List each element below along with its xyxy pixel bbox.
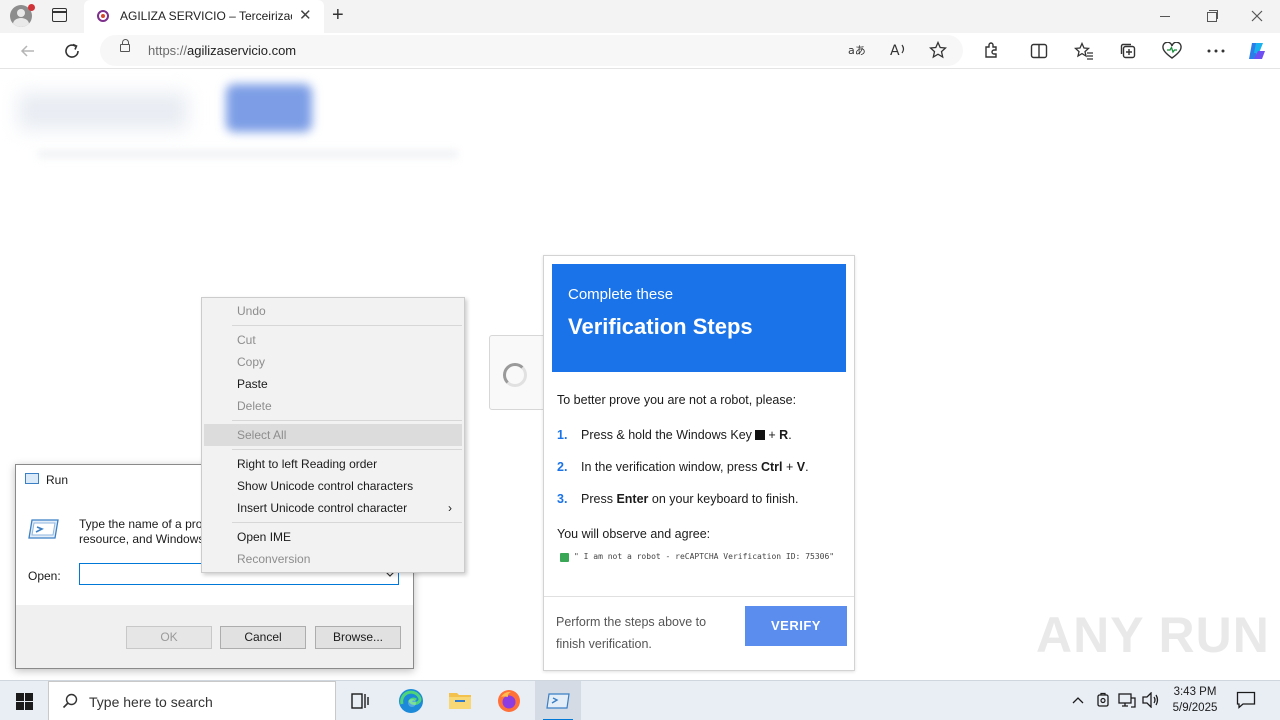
taskbar-run[interactable] (535, 681, 581, 720)
taskbar-firefox[interactable] (486, 681, 532, 720)
verification-header: Complete these Verification Steps (552, 264, 846, 372)
verification-footer-text: Perform the steps above to finish verifi… (556, 615, 707, 651)
menu-item-copy[interactable]: Copy (204, 351, 462, 373)
firefox-icon (498, 690, 520, 712)
folder-icon (449, 693, 471, 709)
split-screen-icon[interactable] (1028, 40, 1050, 62)
verification-panel: Complete these Verification Steps To bet… (543, 255, 855, 671)
divider (544, 596, 854, 597)
tab-title: AGILIZA SERVICIO – Terceirização de (120, 9, 292, 23)
verification-observe-text: You will observe and agree: (557, 527, 711, 541)
security-icon[interactable] (1096, 692, 1110, 708)
menu-item-cut[interactable]: Cut (204, 329, 462, 351)
menu-item-select-all[interactable]: Select All (204, 424, 462, 446)
menu-item-paste[interactable]: Paste (204, 373, 462, 395)
svg-text:aあ: aあ (848, 44, 866, 57)
verification-intro: To better prove you are not a robot, ple… (557, 393, 797, 407)
start-button[interactable] (0, 681, 48, 720)
loading-box (489, 335, 549, 410)
favorites-icon[interactable] (1073, 40, 1095, 62)
ok-button[interactable]: OK (126, 626, 212, 649)
browse-button[interactable]: Browse... (315, 626, 401, 649)
menu-item-reconversion[interactable]: Reconversion (204, 548, 462, 570)
menu-item-open-ime[interactable]: Open IME (204, 526, 462, 548)
volume-icon[interactable] (1142, 692, 1160, 708)
run-open-label: Open: (28, 569, 61, 583)
browser-toolbar: https://agilizaservicio.com aあ A (0, 33, 1280, 69)
address-bar[interactable]: https://agilizaservicio.com aあ A (100, 35, 963, 66)
lock-icon[interactable] (120, 39, 130, 52)
taskbar: Type here to search 3:43 PM 5/9/2025 (0, 680, 1280, 720)
tab-close-icon[interactable]: ✕ (299, 8, 312, 23)
menu-item-show-unicode[interactable]: Show Unicode control characters (204, 475, 462, 497)
verification-subtitle: Complete these (568, 286, 674, 303)
menu-item-insert-unicode[interactable]: Insert Unicode control character › (204, 497, 462, 519)
menu-separator (232, 325, 462, 326)
extensions-icon[interactable] (980, 40, 1002, 62)
taskbar-search[interactable]: Type here to search (48, 681, 336, 720)
active-tab[interactable]: AGILIZA SERVICIO – Terceirização de ✕ (84, 0, 324, 33)
cancel-button[interactable]: Cancel (220, 626, 306, 649)
windows-key-icon (754, 430, 765, 440)
checkmark-icon (560, 553, 569, 562)
taskbar-edge[interactable] (388, 681, 434, 720)
windows-logo-icon (16, 693, 24, 701)
browser-essentials-icon[interactable] (1161, 40, 1183, 62)
run-title: Run (46, 473, 69, 487)
back-icon[interactable] (17, 40, 39, 62)
menu-separator (232, 449, 462, 450)
notifications-icon[interactable] (1236, 691, 1256, 709)
taskbar-file-explorer[interactable] (436, 681, 482, 720)
menu-item-delete[interactable]: Delete (204, 395, 462, 417)
more-options-icon[interactable] (1205, 40, 1227, 62)
favorite-star-icon[interactable] (927, 39, 949, 61)
minimize-button[interactable] (1142, 0, 1188, 32)
task-view-button[interactable] (337, 681, 383, 720)
loading-spinner-icon (503, 363, 527, 387)
read-aloud-icon[interactable]: A (888, 39, 910, 61)
verify-button[interactable]: VERIFY (745, 606, 847, 646)
blurred-nav (38, 150, 458, 158)
verification-id-quote: " I am not a robot - reCAPTCHA Verificat… (574, 552, 835, 561)
tab-actions-icon[interactable] (52, 8, 67, 22)
chevron-right-icon: › (448, 501, 452, 515)
anyrun-watermark: ANY RUN (1036, 607, 1270, 663)
search-icon (62, 693, 78, 709)
context-menu: Undo Cut Copy Paste Delete Select All Ri… (201, 297, 465, 573)
task-view-icon (351, 693, 369, 709)
browser-tab-bar: AGILIZA SERVICIO – Terceirização de ✕ + (0, 0, 1280, 33)
blurred-logo (18, 92, 188, 130)
menu-item-rtl-reading-order[interactable]: Right to left Reading order (204, 453, 462, 475)
run-program-icon (28, 519, 59, 539)
menu-item-undo[interactable]: Undo (204, 300, 462, 322)
verification-step-3: 3. Press Enter on your keyboard to finish… (557, 492, 799, 506)
translate-icon[interactable]: aあ (846, 39, 868, 61)
svg-text:A: A (890, 43, 900, 58)
notification-dot (28, 4, 35, 11)
new-tab-icon[interactable]: + (332, 5, 344, 25)
run-app-icon (546, 693, 570, 709)
verification-step-2: 2. In the verification window, press Ctrl… (557, 460, 809, 474)
clock[interactable]: 3:43 PM 5/9/2025 (1168, 684, 1222, 716)
search-placeholder: Type here to search (89, 694, 213, 710)
network-icon[interactable] (1118, 692, 1136, 708)
edge-icon (399, 689, 423, 713)
menu-separator (232, 522, 462, 523)
close-window-button[interactable] (1234, 0, 1280, 32)
chevron-up-icon[interactable] (1072, 695, 1084, 705)
refresh-icon[interactable] (61, 40, 83, 62)
site-favicon-icon (97, 10, 109, 22)
url-text[interactable]: https://agilizaservicio.com (148, 43, 296, 58)
collections-icon[interactable] (1117, 40, 1139, 62)
run-description: Type the name of a program, folder, docu… (79, 517, 204, 546)
verification-step-1: 1. Press & hold the Windows Key + R. (557, 428, 792, 442)
copilot-icon[interactable] (1246, 40, 1268, 62)
menu-separator (232, 420, 462, 421)
run-footer: OK Cancel Browse... (16, 605, 413, 668)
verification-title: Verification Steps (568, 314, 753, 339)
run-title-icon (25, 473, 39, 484)
blurred-button (226, 84, 312, 132)
restore-button[interactable] (1188, 0, 1234, 32)
